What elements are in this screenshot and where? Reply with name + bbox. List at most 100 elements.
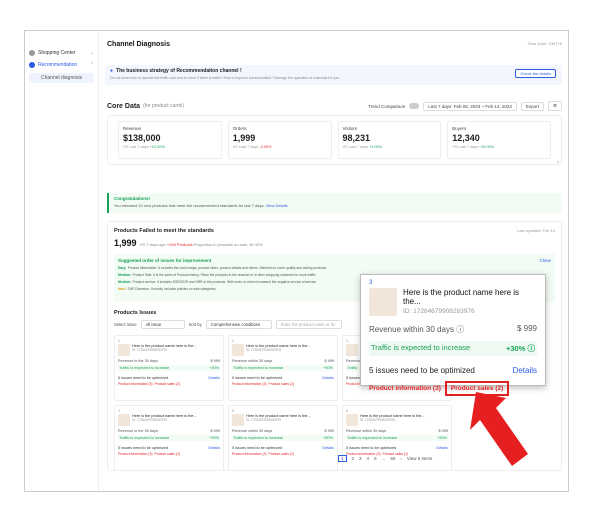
issues-row: 5 issues need to be optimized Details [346,446,448,450]
metric-orders[interactable]: Orders 1,999 VS Last 7 days -2.00% [227,121,332,159]
red-arrow-icon [470,392,528,466]
trend-label: Trend Comparison [368,103,406,109]
card-product-row: Here is the product name here is the... … [369,288,537,316]
page-button[interactable]: 2 [352,456,355,461]
page-size-select[interactable]: View 6 items [407,456,432,461]
traffic-row: Traffic is expected to increase +30% [346,435,448,441]
product-card[interactable]: 2 Here is the product name here is the...… [228,335,338,401]
details-link[interactable]: Details [322,446,334,450]
product-card[interactable]: 5 Here is the product name here is the...… [228,405,338,471]
page-button[interactable]: 4 [367,456,370,461]
page-button[interactable]: 1 [338,455,347,462]
pagination: 1 2 3 4 5... 50 › View 6 items [338,455,432,462]
failed-title: Products Failed to meet the standards [114,228,214,234]
trend-toggle[interactable] [409,103,420,109]
tag-product-information[interactable]: Product information (3) [232,452,267,456]
metric-compare: VS Last 7 days -2.00% [232,145,272,149]
core-data-header: Core Data (for product cards) Trend Comp… [107,101,562,111]
core-data-subtitle: (for product cards) [143,103,184,109]
product-id: ID: 17284679908283976 [132,418,168,422]
sidebar-item-channel-diagnosis[interactable]: Channel diagnosis [29,73,94,83]
suggestion-title: Suggested order of issues for improvemen… [118,258,212,263]
banner-title-row: ● The business strategy of Recommendatio… [110,68,557,74]
issues-row: 5 issues need to be optimized Details [232,376,334,380]
tag-product-information[interactable]: Product information (3) [118,382,153,386]
metrics-panel: Revenue $138,000 VS Last 7 days +12.00% … [107,115,562,166]
issues-row: 5 issues need to be optimized Details [369,366,537,375]
product-id: ID: 17284679908283976 [403,308,475,315]
issues-text: 5 issues need to be optimized [369,366,475,375]
tag-product-sales[interactable]: Product sales (2) [269,452,295,456]
metric-visitors[interactable]: Visitors 98,231 VS Last 7 days +4.00% [337,121,442,159]
sidebar: Shopping Center ⌄ Recommendation ⌃ Chann… [25,31,99,491]
location-icon [29,62,35,68]
page-button[interactable]: ... [382,456,386,461]
product-thumbnail[interactable] [232,414,244,426]
close-suggestion-button[interactable]: Close [539,258,551,263]
revenue-value: $ 999 [516,324,537,333]
date-range-picker[interactable]: Last 7 days: Feb 08, 2023 ~ Feb 14, 2023 [423,101,517,111]
check-details-button[interactable]: Check the details [515,69,556,78]
search-input[interactable]: Enter the product name or ID [275,320,342,329]
next-page-icon[interactable]: › [400,456,402,461]
card-product-row: Here is the product name here is the...I… [346,414,448,426]
details-link[interactable]: Details [322,376,334,380]
zoomed-product-card: 3 Here is the product name here is the..… [360,274,546,396]
product-card[interactable]: 4 Here is the product name here is the...… [114,405,224,471]
tag-product-information[interactable]: Product information (3) [369,385,441,392]
export-button[interactable]: Export [520,101,544,111]
page-title: Channel Diagnosis [107,41,171,48]
page-button[interactable]: 3 [359,456,362,461]
revenue-row: Revenue within 30 days $ 999 [232,429,334,433]
tag-product-sales[interactable]: Product sales (2) [155,382,181,386]
details-link[interactable]: Details [208,446,220,450]
product-name[interactable]: Here is the product name here is the... [403,288,537,306]
card-product-row: Here is the product name here is the...I… [232,344,334,356]
product-thumbnail[interactable] [369,288,397,316]
details-link[interactable]: Details [436,446,448,450]
issue-select[interactable]: All issue [140,320,185,329]
settings-icon[interactable]: ⚙ [547,101,562,111]
details-link[interactable]: Details [513,366,537,375]
view-details-link[interactable]: View Details [266,203,288,208]
banner-subtitle: Do not know how to operate the traffic a… [110,76,340,80]
core-data-title: Core Data [107,102,141,110]
revenue-row: Revenue within 30 days $ 999 [232,359,334,363]
product-thumbnail[interactable] [232,344,244,356]
sidebar-item-shopping-center[interactable]: Shopping Center ⌄ [25,47,98,59]
sidebar-item-recommendation[interactable]: Recommendation ⌃ [25,59,98,71]
product-id: ID: 17284679908283976 [132,348,168,352]
product-thumbnail[interactable] [118,344,130,356]
details-link[interactable]: Details [208,376,220,380]
metric-value: 12,340 [452,133,480,143]
product-thumbnail[interactable] [346,414,358,426]
sort-select[interactable]: Comprehensive conditions [205,320,272,329]
card-index: 4 [118,409,120,413]
page-button[interactable]: 5 [374,456,377,461]
filter-label: Select issue [114,322,137,327]
metric-compare: VS Last 7 days +4.00% [342,145,383,149]
sort-label: Sort by [188,322,202,327]
product-id: ID: 17284679908283976 [246,418,282,422]
tag-product-sales[interactable]: Product sales (2) [269,382,295,386]
card-index: 2 [232,339,234,343]
tag-product-information[interactable]: Product information (3) [118,452,153,456]
product-card[interactable]: 1 Here is the product name here is the...… [114,335,224,401]
tag-product-sales[interactable]: Product sales (2) [155,452,181,456]
congrats-notice: Congratulations! You released 10 new pro… [107,193,562,213]
chevron-right-icon[interactable]: › [557,160,559,166]
card-product-row: Here is the product name here is the...I… [118,344,220,356]
metric-revenue[interactable]: Revenue $138,000 VS Last 7 days +12.00% [118,121,222,159]
metric-value: 1,999 [232,133,256,143]
product-thumbnail[interactable] [346,344,358,356]
issue-tags: Product information (3) Product sales (2) [232,382,334,386]
last-updated: Last updated: Feb 14 [517,228,555,233]
tag-product-information[interactable]: Product information (3) [232,382,267,386]
product-thumbnail[interactable] [118,414,130,426]
issues-row: 5 issues need to be optimized Details [118,376,220,380]
revenue-row: Revenue in the 30 days $ 999 [118,359,220,363]
page-button[interactable]: 50 [390,456,395,461]
metric-compare: VS Last 7 days +12.00% [123,145,165,149]
traffic-row: Traffic is expected to increase +30% ⓘ [369,341,537,356]
metric-buyers[interactable]: Buyers 12,340 VS Last 7 days +10.00% [447,121,551,159]
